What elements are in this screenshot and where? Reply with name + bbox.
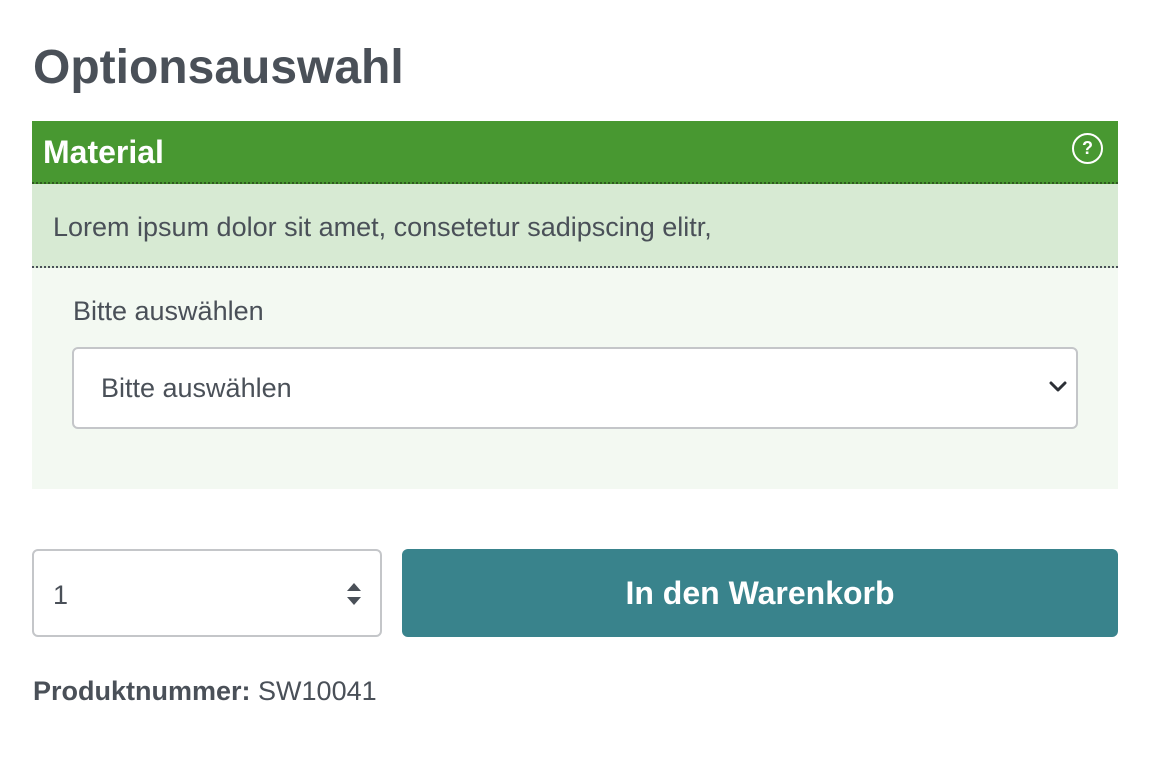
sort-arrows-icon[interactable] xyxy=(344,581,364,607)
product-number-label: Produktnummer: xyxy=(33,676,251,706)
page-title: Optionsauswahl xyxy=(33,41,404,94)
quantity-value: 1 xyxy=(53,580,69,610)
option-description: Lorem ipsum dolor sit amet, consetetur s… xyxy=(32,184,1118,268)
select-value: Bitte auswählen xyxy=(101,373,292,403)
option-description-text: Lorem ipsum dolor sit amet, consetetur s… xyxy=(53,212,712,242)
option-header-title: Material xyxy=(43,134,164,170)
option-panel-material: Material ? Lorem ipsum dolor sit amet, c… xyxy=(32,121,1118,489)
quantity-input[interactable]: 1 xyxy=(32,549,382,637)
option-header: Material ? xyxy=(32,121,1118,184)
material-select[interactable]: Bitte auswählen xyxy=(72,347,1078,429)
help-icon[interactable]: ? xyxy=(1072,133,1103,164)
product-number: Produktnummer: SW10041 xyxy=(33,674,377,708)
select-label: Bitte auswählen xyxy=(73,296,264,326)
product-number-value: SW10041 xyxy=(258,676,377,706)
add-to-cart-button[interactable]: In den Warenkorb xyxy=(402,549,1118,637)
chevron-down-icon xyxy=(1049,381,1067,392)
